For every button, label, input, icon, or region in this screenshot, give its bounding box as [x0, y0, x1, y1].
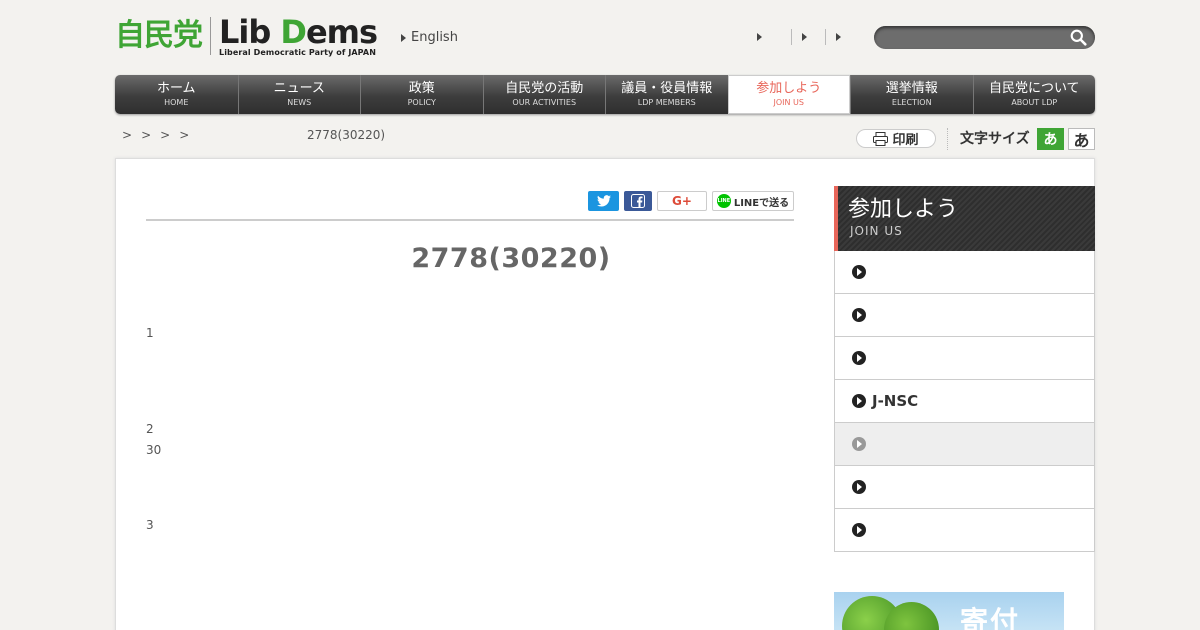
- article-title: 2778(30220): [411, 243, 611, 274]
- article-paragraph: 30: [146, 443, 162, 457]
- circle-arrow-icon: [852, 394, 866, 408]
- breadcrumb-row: > > > > 2778(30220) 印刷 文字サイズ あ あ: [115, 126, 1095, 152]
- font-size-label: 文字サイズ: [947, 128, 1030, 150]
- nav-sublabel: LDP MEMBERS: [637, 98, 696, 107]
- circle-arrow-icon: [852, 523, 866, 537]
- print-button[interactable]: 印刷: [856, 129, 936, 148]
- sidebar-menu: J-NSC: [834, 251, 1095, 552]
- sidebar-item[interactable]: [834, 294, 1095, 337]
- breadcrumb-link[interactable]: >: [179, 128, 189, 142]
- nav-label: ニュース: [273, 81, 325, 96]
- search-input[interactable]: [884, 26, 1064, 49]
- breadcrumb-link[interactable]: >: [141, 128, 151, 142]
- english-link-label: English: [411, 30, 458, 45]
- donation-banner[interactable]: 寄付: [834, 592, 1064, 630]
- article-paragraph: 2: [146, 422, 154, 436]
- sidebar-item[interactable]: [834, 251, 1095, 294]
- nav-sublabel: ABOUT LDP: [1011, 98, 1058, 107]
- print-label: 印刷: [892, 133, 919, 148]
- breadcrumb-link[interactable]: >: [160, 128, 170, 142]
- nav-label: 議員・役員情報: [621, 81, 713, 96]
- logo-en-sub: Liberal Democratic Party of JAPAN: [219, 48, 377, 57]
- circle-arrow-icon: [852, 308, 866, 322]
- line-share-label: LINEで送る: [733, 197, 790, 209]
- breadcrumb: > > > >: [122, 128, 189, 142]
- utility-link-2[interactable]: [791, 29, 825, 45]
- nav-election[interactable]: 選挙情報 ELECTION: [850, 75, 973, 114]
- font-size-large-button[interactable]: あ: [1068, 128, 1095, 150]
- facebook-icon: [631, 194, 645, 208]
- arrow-right-icon: [836, 33, 841, 41]
- circle-arrow-icon: [852, 480, 866, 494]
- article-paragraph: 3: [146, 518, 154, 532]
- nav-policy[interactable]: 政策 POLICY: [360, 75, 483, 114]
- sidebar-item-label: J-NSC: [872, 392, 919, 410]
- sidebar-item-j-nsc[interactable]: J-NSC: [834, 380, 1095, 423]
- utility-link-3[interactable]: [825, 29, 859, 45]
- twitter-icon: [596, 195, 611, 207]
- sidebar-item[interactable]: [834, 337, 1095, 380]
- logo-en-main: Lib Dems: [219, 16, 378, 48]
- nav-sublabel: ELECTION: [891, 98, 932, 107]
- arrow-right-icon: [401, 33, 406, 42]
- facebook-share-button[interactable]: [624, 191, 652, 211]
- nav-join-us[interactable]: 参加しよう JOIN US: [727, 75, 850, 114]
- nav-home[interactable]: ホーム HOME: [115, 75, 238, 114]
- twitter-share-button[interactable]: [588, 191, 619, 211]
- nav-label: 自民党について: [988, 81, 1080, 96]
- title-divider: [146, 219, 794, 221]
- sidebar-item[interactable]: [834, 466, 1095, 509]
- breadcrumb-current: 2778(30220): [307, 128, 386, 142]
- circle-arrow-icon: [852, 351, 866, 365]
- nav-news[interactable]: ニュース NEWS: [237, 75, 361, 114]
- banner-text: 寄付: [960, 605, 1021, 630]
- nav-about[interactable]: 自民党について ABOUT LDP: [972, 75, 1096, 114]
- nav-sublabel: HOME: [164, 98, 189, 107]
- share-buttons: G+ LINE LINEで送る: [588, 191, 794, 211]
- sidebar-item[interactable]: [834, 509, 1095, 552]
- global-nav: ホーム HOME ニュース NEWS 政策 POLICY 自民党の活動 OUR ACTI…: [115, 75, 1095, 114]
- breadcrumb-link[interactable]: >: [122, 128, 132, 142]
- nav-activities[interactable]: 自民党の活動 OUR ACTIVITIES: [482, 75, 606, 114]
- site-header: 自民党 Lib Dems Liberal Democratic Party of…: [115, 0, 1095, 75]
- line-share-button[interactable]: LINE LINEで送る: [712, 191, 794, 211]
- logo-en-ems: ems: [305, 13, 378, 51]
- logo-en: Lib Dems Liberal Democratic Party of JAP…: [219, 16, 378, 57]
- article-paragraph: 1: [146, 326, 154, 340]
- line-icon: LINE: [716, 194, 731, 208]
- logo-en-lib: Lib: [219, 13, 281, 51]
- nav-label: 自民党の活動: [505, 81, 584, 96]
- google-plus-share-button[interactable]: G+: [657, 191, 707, 211]
- arrow-right-icon: [757, 33, 762, 41]
- logo-en-d: D: [280, 13, 307, 51]
- sidebar-item-current[interactable]: [834, 423, 1095, 466]
- logo-divider: [210, 17, 211, 55]
- search-icon[interactable]: [1070, 29, 1087, 46]
- sidebar-title: 参加しよう: [848, 197, 959, 222]
- sidebar-subtitle: JOIN US: [850, 224, 903, 238]
- printer-icon: [873, 131, 889, 146]
- nav-label: 選挙情報: [885, 81, 938, 96]
- nav-sublabel: JOIN US: [773, 98, 804, 107]
- arrow-right-icon: [802, 33, 807, 41]
- nav-label: 政策: [408, 81, 435, 96]
- utility-links: [755, 29, 859, 45]
- google-plus-icon: G+: [672, 194, 692, 208]
- utility-link-1[interactable]: [755, 29, 791, 45]
- font-size-small-button[interactable]: あ: [1037, 128, 1064, 150]
- nav-sublabel: OUR ACTIVITIES: [512, 98, 577, 107]
- site-logo[interactable]: 自民党 Lib Dems Liberal Democratic Party of…: [115, 16, 378, 57]
- nav-label: ホーム: [156, 81, 196, 96]
- nav-sublabel: NEWS: [287, 98, 312, 107]
- nav-members[interactable]: 議員・役員情報 LDP MEMBERS: [605, 75, 728, 114]
- circle-arrow-icon: [852, 265, 866, 279]
- search-box: [874, 26, 1095, 49]
- nav-sublabel: POLICY: [407, 98, 436, 107]
- content-panel: G+ LINE LINEで送る 2778(30220) 1 2 30 3 参加し…: [115, 158, 1095, 630]
- logo-jp-text: 自民党: [115, 18, 203, 53]
- sidebar-header: 参加しよう JOIN US: [834, 186, 1095, 251]
- english-link[interactable]: English: [401, 30, 458, 45]
- circle-arrow-icon: [852, 437, 866, 451]
- nav-label: 参加しよう: [756, 81, 822, 96]
